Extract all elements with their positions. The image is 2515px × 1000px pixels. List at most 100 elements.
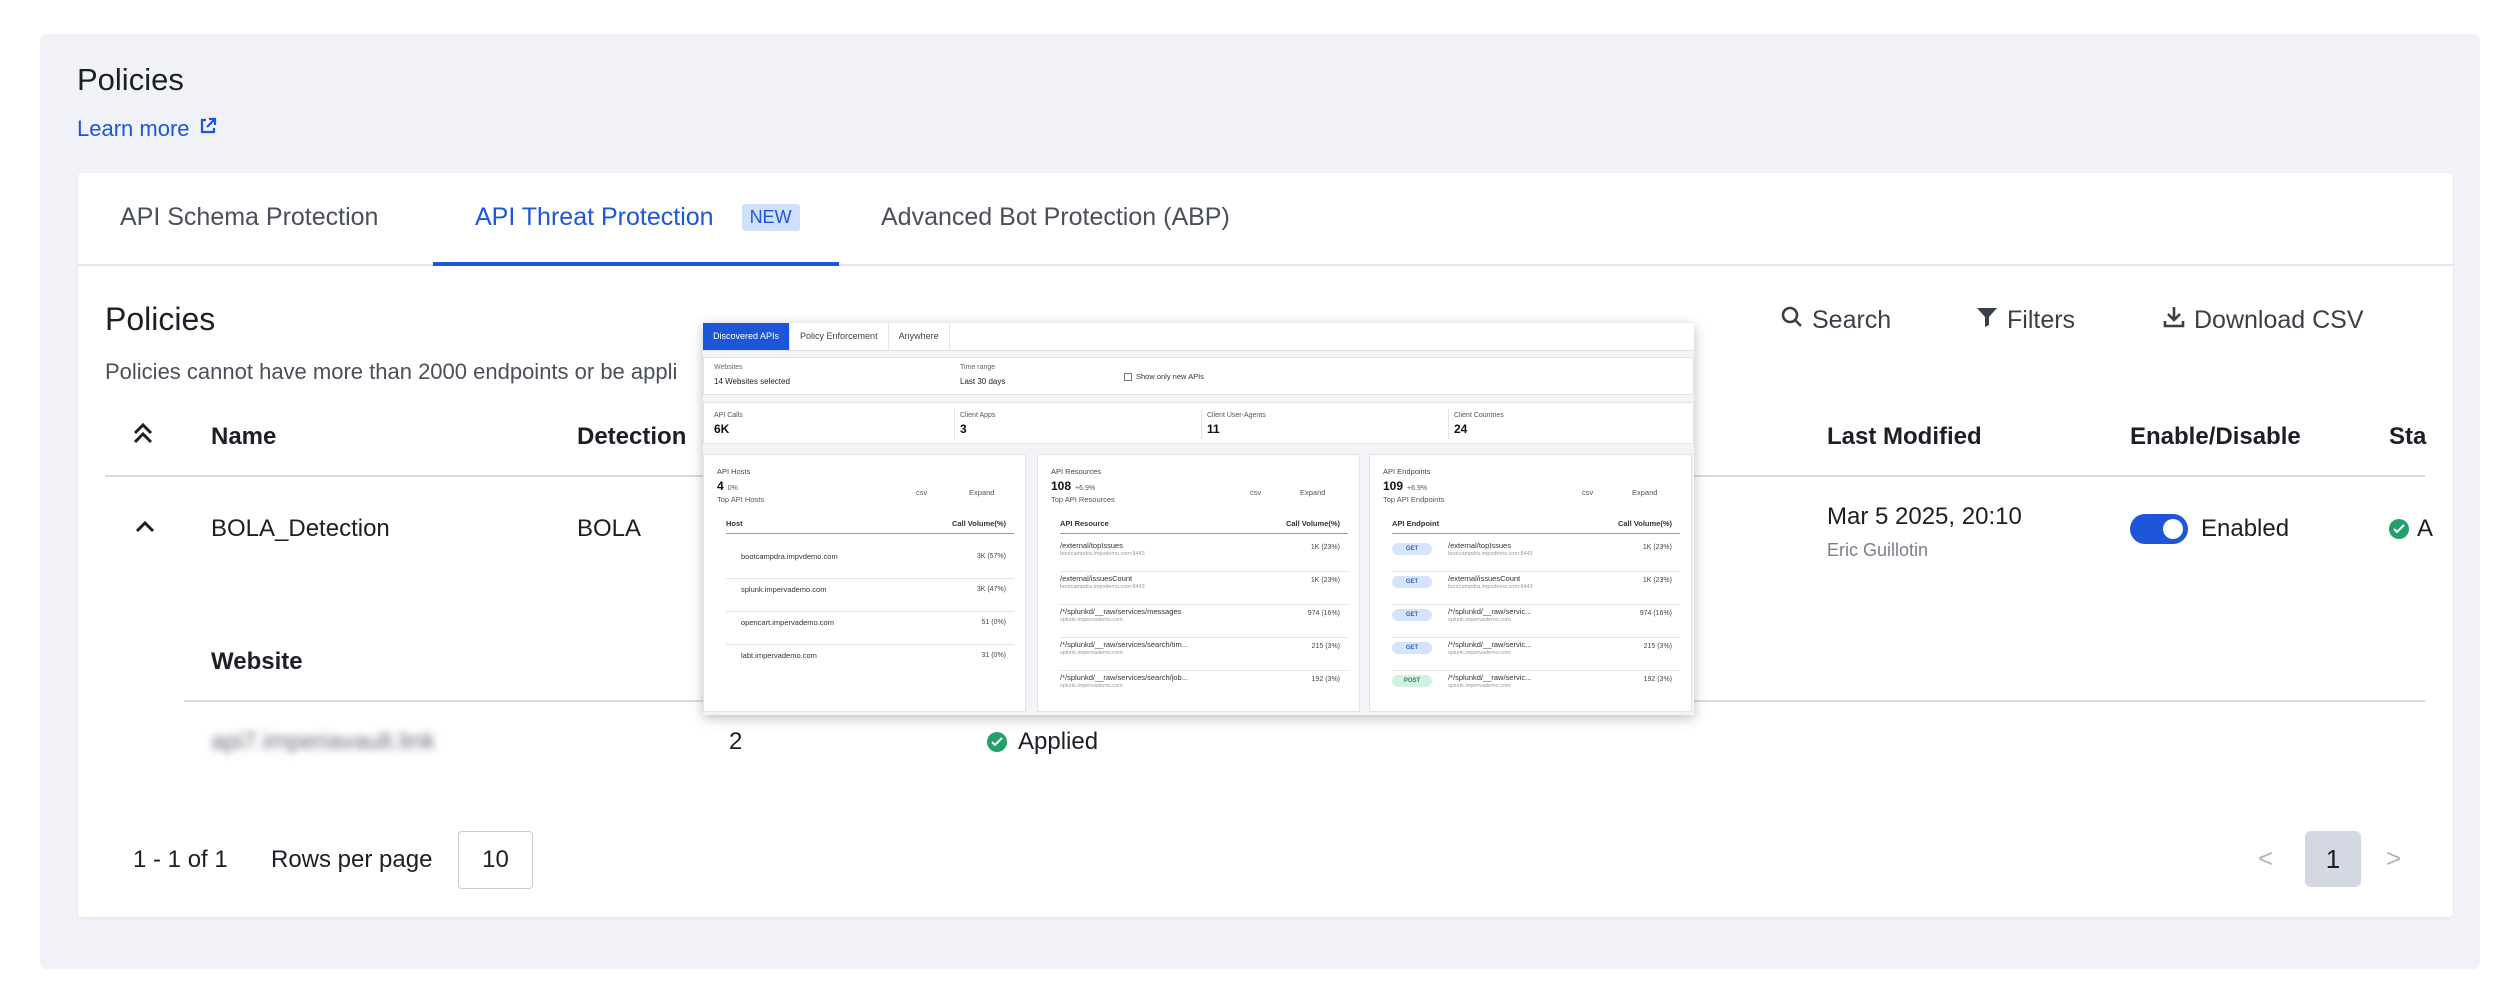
panel-expand-button[interactable]: Expand xyxy=(1632,488,1657,497)
stat-separator xyxy=(1201,409,1202,439)
filters-label: Filters xyxy=(2007,306,2076,334)
list-item[interactable]: GET/external/issuesCount bootcampdra.impv… xyxy=(1392,574,1680,605)
panel-title: API Hosts xyxy=(717,467,751,476)
tab-advanced-bot-protection[interactable]: Advanced Bot Protection (ABP) xyxy=(881,203,1230,232)
resource-host: splunk.impervademo.com xyxy=(1060,617,1123,623)
endpoint-name: /external/issuesCount xyxy=(1448,574,1521,583)
overlay-filter-bar: Websites 14 Websites selected Time range… xyxy=(703,357,1694,395)
endpoint-value: 1K (23%) xyxy=(1642,577,1672,584)
resource-name: /*/splunkd/__raw/services/messages xyxy=(1060,607,1182,616)
download-csv-button[interactable]: Download CSV xyxy=(2162,305,2364,336)
panel-col1: API Resource xyxy=(1060,519,1109,528)
new-badge: NEW xyxy=(741,204,800,231)
resource-host: bootcampdra.impvdemo.com:8443 xyxy=(1060,551,1145,557)
time-range-filter[interactable]: Time range Last 30 days xyxy=(960,364,1005,386)
panel-expand-button[interactable]: Expand xyxy=(1300,488,1325,497)
resource-host: splunk.impervademo.com xyxy=(1060,683,1123,689)
check-circle-icon xyxy=(2389,519,2409,539)
list-item[interactable]: opencart.impervademo.com 51 (0%) xyxy=(726,614,1014,645)
resource-name: /external/issuesCount xyxy=(1060,574,1133,583)
endpoint-value: 215 (3%) xyxy=(1643,643,1672,650)
panel-csv-button[interactable]: csv xyxy=(1250,488,1261,497)
panel-header-row: API Resource Call Volume(%) xyxy=(1060,519,1348,534)
stat-client-apps: Client Apps 3 xyxy=(960,412,995,436)
endpoint-value: 974 (16%) xyxy=(1639,610,1672,617)
panel-title: API Resources xyxy=(1051,467,1102,476)
filters-button[interactable]: Filters xyxy=(1975,305,2075,336)
section-description: Policies cannot have more than 2000 endp… xyxy=(105,359,678,384)
panel-count: 108 +6.9% xyxy=(1051,479,1095,493)
host-value: 31 (0%) xyxy=(981,652,1006,659)
stat-label: Client User-Agents xyxy=(1207,412,1266,419)
host-name: opencart.impervademo.com xyxy=(741,618,834,627)
resource-value: 1K (23%) xyxy=(1310,544,1340,551)
panel-col2: Call Volume(%) xyxy=(1285,519,1340,528)
websites-filter[interactable]: Websites 14 Websites selected xyxy=(714,364,790,386)
endpoint-host: splunk.impervademo.com xyxy=(1448,683,1511,689)
panel-csv-button[interactable]: csv xyxy=(1582,488,1593,497)
endpoint-name: /*/splunkd/__raw/servic... xyxy=(1448,607,1532,616)
discovered-apis-overlay: Discovered APIs Policy Enforcement Anywh… xyxy=(703,323,1694,715)
host-value: 3K (57%) xyxy=(976,553,1006,560)
list-item[interactable]: GET/external/topIssues bootcampdra.impvde… xyxy=(1392,541,1680,572)
panel-expand-button[interactable]: Expand xyxy=(969,488,994,497)
active-tab-indicator xyxy=(433,262,839,266)
list-item[interactable]: bootcampdra.impvdemo.com 3K (57%) xyxy=(726,548,1014,579)
prev-page-button[interactable]: < xyxy=(2258,843,2273,874)
column-header-enable-disable[interactable]: Enable/Disable xyxy=(2130,423,2301,451)
column-header-status[interactable]: Sta xyxy=(2389,423,2426,451)
list-item[interactable]: /*/splunkd/__raw/services/messages splunk… xyxy=(1060,607,1348,638)
stat-label: API Calls xyxy=(714,412,743,419)
rows-per-page-select[interactable]: 10 xyxy=(458,831,533,889)
policy-name[interactable]: BOLA_Detection xyxy=(211,515,390,543)
endpoint-value: 1K (23%) xyxy=(1642,544,1672,551)
tab-label: Advanced Bot Protection (ABP) xyxy=(881,203,1230,231)
endpoint-name: /*/splunkd/__raw/servic... xyxy=(1448,673,1532,682)
overlay-tab-policy-enforcement[interactable]: Policy Enforcement xyxy=(790,323,889,350)
collapse-all-icon[interactable] xyxy=(130,420,156,453)
resource-value: 215 (3%) xyxy=(1311,643,1340,650)
list-item[interactable]: /*/splunkd/__raw/services/search/tim... s… xyxy=(1060,640,1348,671)
api-resources-panel: API Resources 108 +6.9% Top API Resources… xyxy=(1037,454,1360,712)
resource-name: /external/topIssues xyxy=(1060,541,1123,550)
tab-label: API Schema Protection xyxy=(120,203,379,231)
panel-count-value: 108 xyxy=(1051,479,1072,493)
enabled-label: Enabled xyxy=(2201,515,2290,542)
show-new-apis-label: Show only new APIs xyxy=(1136,372,1204,381)
list-item[interactable]: labt.impervademo.com 31 (0%) xyxy=(726,647,1014,669)
list-item[interactable]: GET /*/splunkd/__raw/servic... splunk.impe… xyxy=(1392,640,1680,671)
tab-api-threat-protection[interactable]: API Threat Protection NEW xyxy=(475,203,800,232)
overlay-tab-anywhere[interactable]: Anywhere xyxy=(889,323,950,350)
learn-more-link[interactable]: Learn more xyxy=(77,116,218,142)
column-header-last-modified[interactable]: Last Modified xyxy=(1827,423,1982,451)
list-item[interactable]: GET /*/splunkd/__raw/servic... splunk.impe… xyxy=(1392,607,1680,638)
panel-delta: 0% xyxy=(727,485,738,492)
policy-detection: BOLA xyxy=(577,515,642,542)
page-1-button[interactable]: 1 xyxy=(2305,831,2361,887)
resource-value: 192 (3%) xyxy=(1311,676,1340,683)
column-header-name[interactable]: Name xyxy=(211,423,276,451)
rows-per-page-value: 10 xyxy=(482,846,509,873)
list-item[interactable]: splunk.impervademo.com 3K (47%) xyxy=(726,581,1014,612)
list-item[interactable]: /external/topIssues bootcampdra.impvdemo.… xyxy=(1060,541,1348,572)
tab-api-schema-protection[interactable]: API Schema Protection xyxy=(120,203,378,232)
resource-host: splunk.impervademo.com xyxy=(1060,650,1123,656)
stat-value: 11 xyxy=(1207,422,1220,436)
section-title: Policies xyxy=(105,301,216,337)
websites-filter-label: Websites xyxy=(714,364,743,371)
overlay-tab-discovered-apis[interactable]: Discovered APIs xyxy=(703,323,791,350)
enable-toggle[interactable] xyxy=(2130,514,2188,544)
host-name: bootcampdra.impvdemo.com xyxy=(741,552,838,561)
list-item[interactable]: /*/splunkd/__raw/services/search/job... s… xyxy=(1060,673,1348,704)
panel-csv-button[interactable]: csv xyxy=(916,488,927,497)
list-item[interactable]: POST /*/splunkd/__raw/servic... splunk.imp… xyxy=(1392,673,1680,704)
row-collapse-chevron-up-icon[interactable] xyxy=(134,513,156,541)
panel-count: 109 +6.9% xyxy=(1383,479,1427,493)
search-button[interactable]: Search xyxy=(1780,305,1891,336)
list-item[interactable]: /external/issuesCount bootcampdra.impvdem… xyxy=(1060,574,1348,605)
next-page-button[interactable]: > xyxy=(2386,843,2401,874)
check-circle-icon xyxy=(987,732,1007,752)
panel-count-value: 109 xyxy=(1383,479,1404,493)
show-new-apis-checkbox[interactable]: Show only new APIs xyxy=(1124,372,1204,381)
column-header-detection[interactable]: Detection xyxy=(577,423,686,451)
